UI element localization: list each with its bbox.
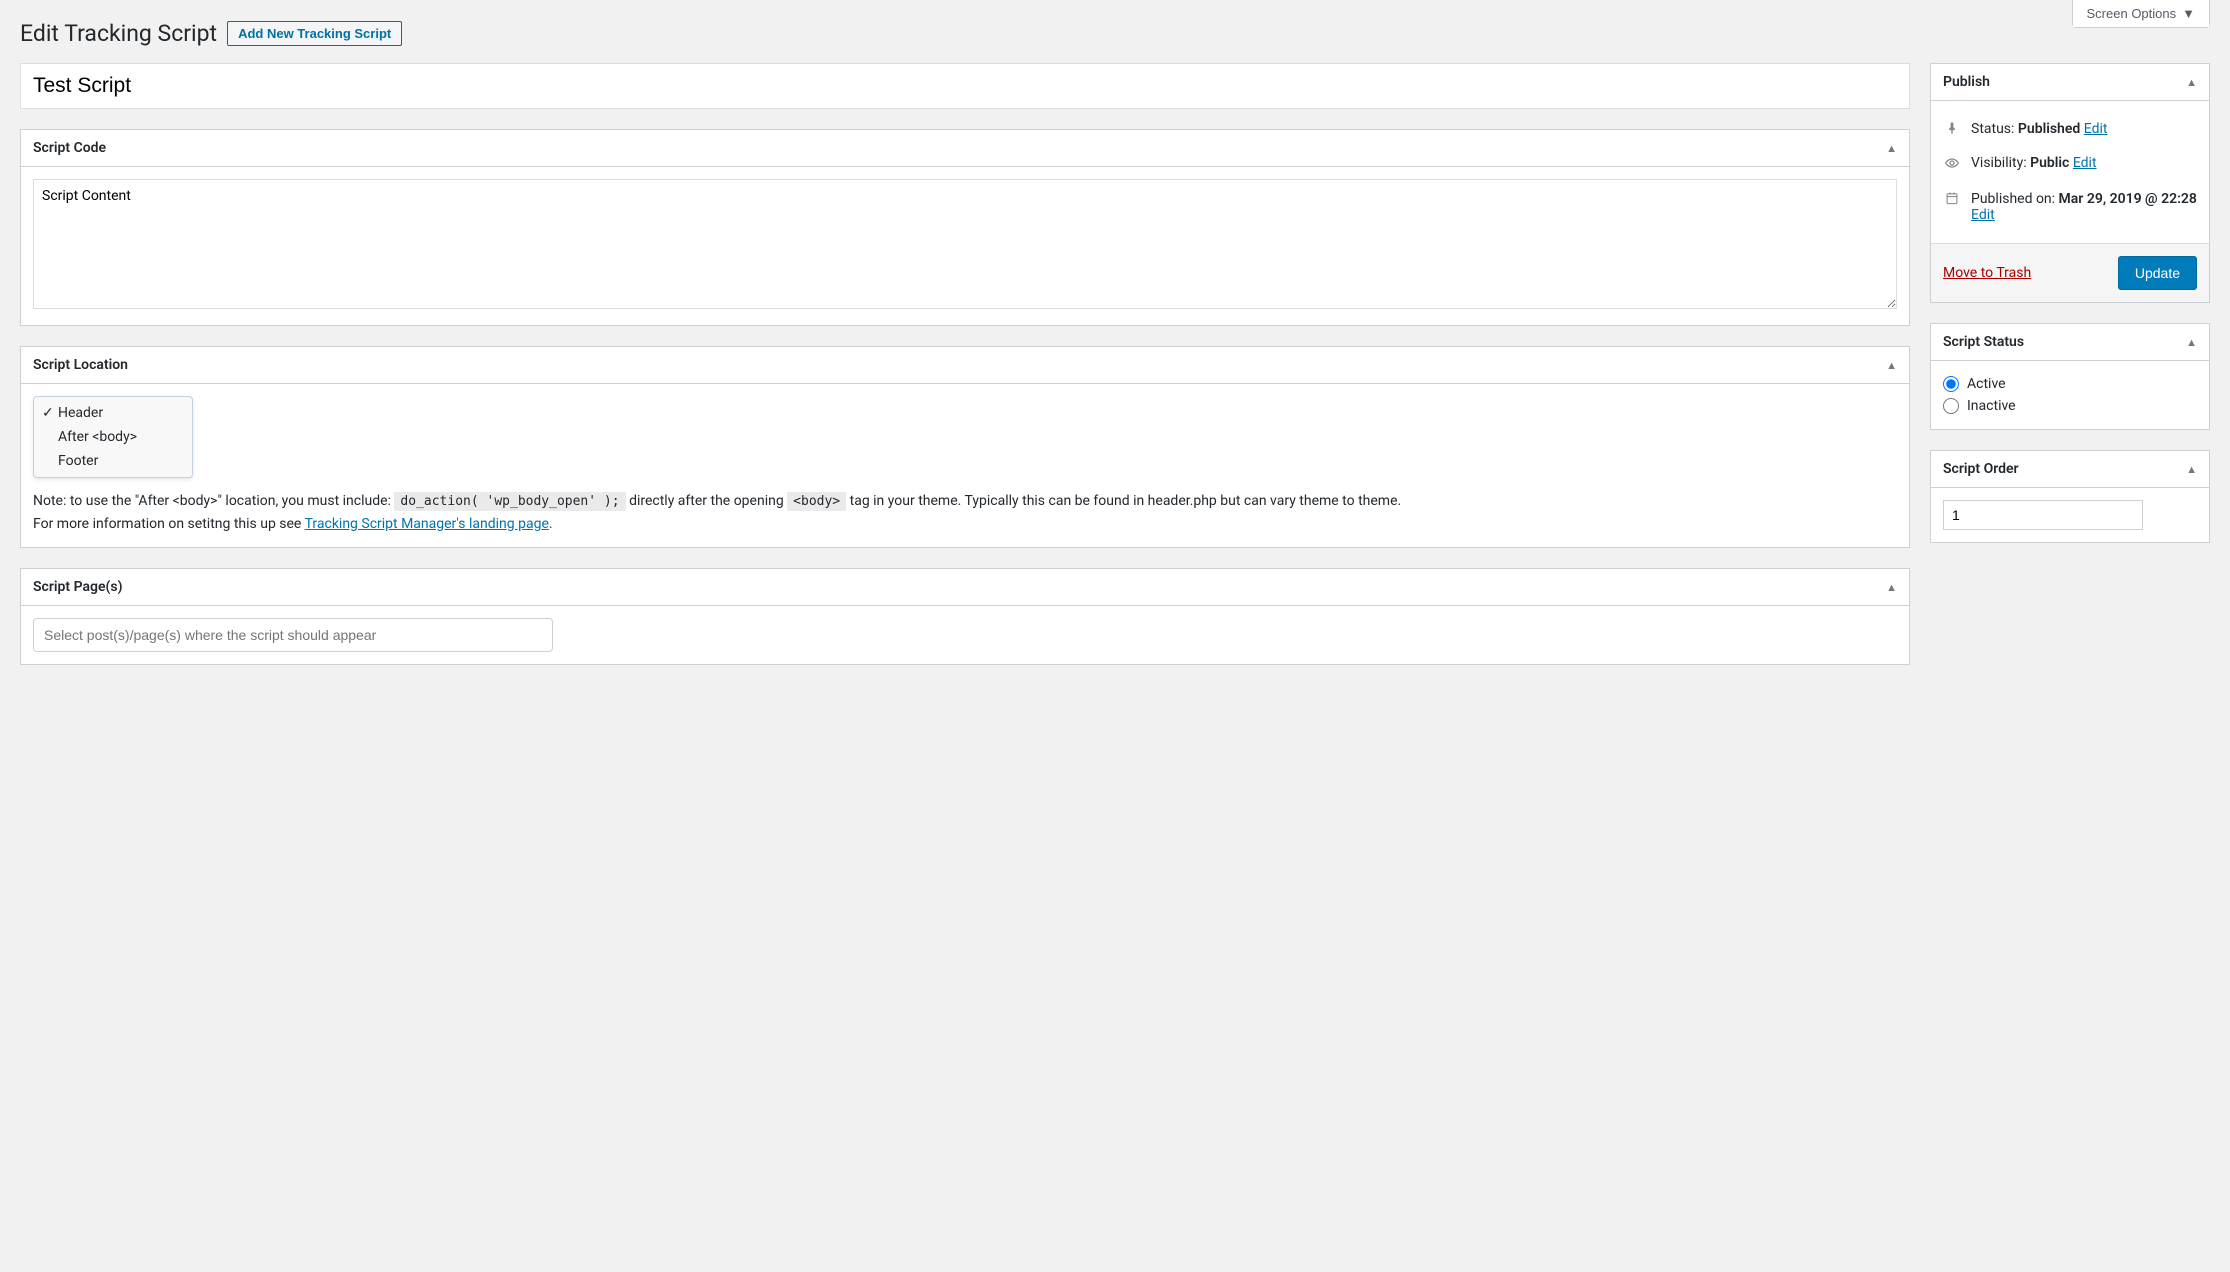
note-prefix: Note: to use the "After <body>" location…: [33, 493, 394, 509]
script-code-panel: Script Code ▲ Script Content: [20, 129, 1910, 326]
code-snippet: do_action( 'wp_body_open' );: [394, 492, 625, 511]
collapse-icon[interactable]: ▲: [2186, 463, 2197, 476]
chevron-down-icon: ▼: [2182, 6, 2195, 21]
script-code-header[interactable]: Script Code ▲: [21, 130, 1909, 167]
published-value: Mar 29, 2019 @ 22:28: [2059, 191, 2197, 207]
update-button[interactable]: Update: [2118, 256, 2197, 290]
status-active-row[interactable]: Active: [1943, 373, 2197, 395]
pin-icon: [1943, 121, 1961, 139]
body-tag-code: <body>: [787, 492, 846, 511]
script-pages-header[interactable]: Script Page(s) ▲: [21, 569, 1909, 606]
script-order-heading: Script Order: [1943, 461, 2019, 477]
collapse-icon[interactable]: ▲: [1886, 581, 1897, 594]
page-title: Edit Tracking Script: [20, 20, 217, 47]
location-dropdown-menu: Header After <body> Footer: [33, 396, 193, 478]
status-label: Status:: [1971, 121, 2018, 137]
status-inactive-label: Inactive: [1967, 398, 2016, 414]
location-option-after-body[interactable]: After <body>: [34, 425, 192, 449]
note-line2-prefix: For more information on setitng this up …: [33, 516, 305, 532]
collapse-icon[interactable]: ▲: [1886, 359, 1897, 372]
script-status-header[interactable]: Script Status ▲: [1931, 324, 2209, 361]
script-status-panel: Script Status ▲ Active Inactive: [1930, 323, 2210, 430]
location-option-header[interactable]: Header: [34, 401, 192, 425]
status-row: Status: Published Edit: [1943, 113, 2197, 147]
script-status-heading: Script Status: [1943, 334, 2024, 350]
add-new-button[interactable]: Add New Tracking Script: [227, 21, 402, 46]
script-order-panel: Script Order ▲: [1930, 450, 2210, 543]
location-note: Note: to use the "After <body>" location…: [33, 490, 1897, 535]
status-active-label: Active: [1967, 376, 2006, 392]
script-location-panel: Script Location ▲ Header After <body> Fo…: [20, 346, 1910, 548]
collapse-icon[interactable]: ▲: [2186, 76, 2197, 89]
eye-icon: [1943, 155, 1961, 175]
visibility-value: Public: [2030, 155, 2069, 171]
visibility-row: Visibility: Public Edit: [1943, 147, 2197, 183]
script-location-heading: Script Location: [33, 357, 128, 373]
landing-page-link[interactable]: Tracking Script Manager's landing page: [305, 516, 549, 532]
calendar-icon: [1943, 191, 1961, 209]
script-location-header[interactable]: Script Location ▲: [21, 347, 1909, 384]
note-mid: directly after the opening: [629, 493, 787, 509]
status-edit-link[interactable]: Edit: [2084, 121, 2108, 137]
script-order-input[interactable]: [1943, 500, 2143, 530]
script-pages-panel: Script Page(s) ▲: [20, 568, 1910, 665]
status-value: Published: [2018, 121, 2080, 137]
screen-options-button[interactable]: Screen Options ▼: [2073, 0, 2209, 27]
page-header: Edit Tracking Script Add New Tracking Sc…: [20, 20, 2210, 47]
location-option-footer[interactable]: Footer: [34, 449, 192, 473]
status-inactive-radio[interactable]: [1943, 398, 1959, 414]
publish-header[interactable]: Publish ▲: [1931, 64, 2209, 101]
script-code-textarea[interactable]: Script Content: [33, 179, 1897, 309]
published-label: Published on:: [1971, 191, 2059, 207]
status-active-radio[interactable]: [1943, 376, 1959, 392]
status-inactive-row[interactable]: Inactive: [1943, 395, 2197, 417]
note-after-body: tag in your theme. Typically this can be…: [850, 493, 1402, 509]
script-order-header[interactable]: Script Order ▲: [1931, 451, 2209, 488]
screen-options-label: Screen Options: [2087, 6, 2177, 21]
note-period: .: [549, 516, 553, 532]
published-edit-link[interactable]: Edit: [1971, 207, 1995, 223]
script-code-heading: Script Code: [33, 140, 106, 156]
move-to-trash-link[interactable]: Move to Trash: [1943, 265, 2031, 281]
publish-panel: Publish ▲ Status: Published Edit: [1930, 63, 2210, 303]
visibility-edit-link[interactable]: Edit: [2073, 155, 2097, 171]
title-input[interactable]: [20, 63, 1910, 109]
script-pages-heading: Script Page(s): [33, 579, 122, 595]
published-row: Published on: Mar 29, 2019 @ 22:28 Edit: [1943, 183, 2197, 231]
visibility-label: Visibility:: [1971, 155, 2030, 171]
publish-actions: Move to Trash Update: [1931, 243, 2209, 302]
screen-options-container: Screen Options ▼: [2072, 0, 2210, 28]
pages-select-input[interactable]: [33, 618, 553, 652]
collapse-icon[interactable]: ▲: [1886, 142, 1897, 155]
collapse-icon[interactable]: ▲: [2186, 336, 2197, 349]
publish-heading: Publish: [1943, 74, 1990, 90]
location-dropdown[interactable]: Header After <body> Footer: [33, 396, 193, 478]
